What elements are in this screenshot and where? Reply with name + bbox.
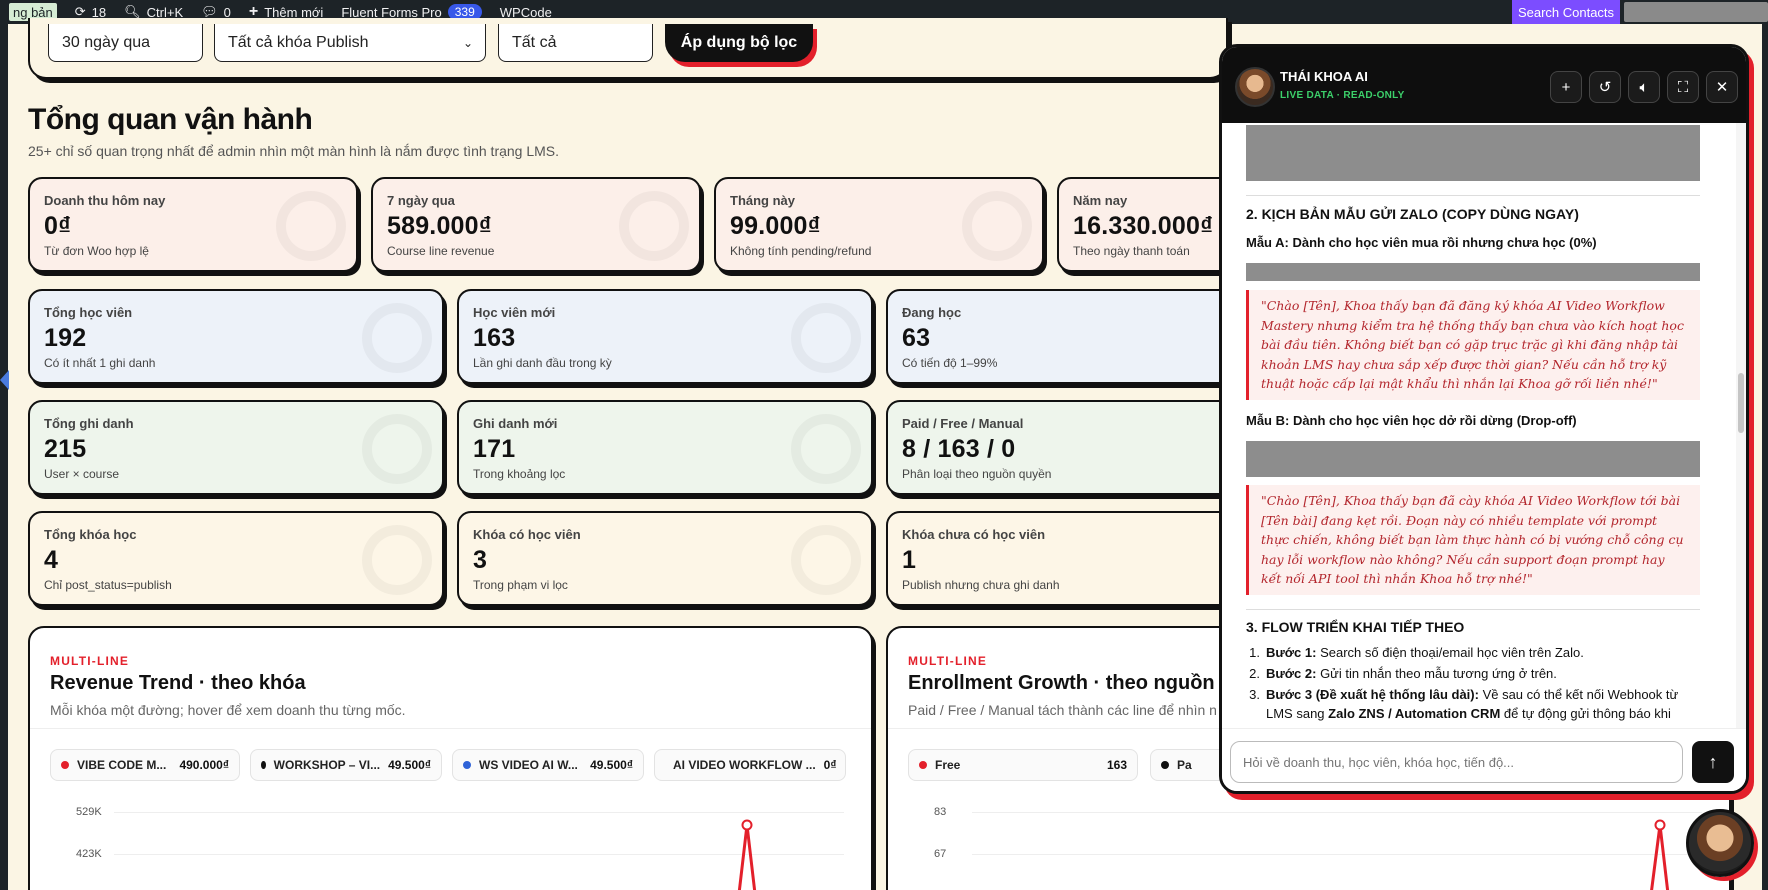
apply-filter-button[interactable]: Áp dụng bộ lọc: [665, 24, 813, 62]
stat-card-revenue-today: Doanh thu hôm nay 0₫ Từ đơn Woo hợp lệ: [28, 177, 358, 272]
scrollbar-thumb[interactable]: [1738, 373, 1744, 433]
page-subtitle: 25+ chỉ số quan trọng nhất để admin nhìn…: [28, 143, 560, 159]
new-chat-button[interactable]: +: [1550, 71, 1582, 103]
plus-icon: +: [1561, 78, 1571, 96]
chat-bot-name: THÁI KHOA AI: [1280, 69, 1368, 84]
revenue-chart-plot: [737, 819, 757, 890]
history-icon: ↺: [1598, 79, 1612, 96]
steps-list: 1. Bước 1: Search số điện thoại/email học…: [1246, 643, 1700, 725]
chat-input[interactable]: [1230, 741, 1683, 783]
chat-composer: ↑: [1222, 728, 1746, 791]
send-button[interactable]: ↑: [1692, 741, 1734, 783]
stat-card-courses-with-students: Khóa có học viên 3 Trong phạm vi lọc: [457, 511, 873, 606]
template-heading: Mẫu B: Dành cho học viên học dở rồi dừng…: [1246, 413, 1577, 428]
decorative-ring: [791, 303, 861, 373]
data-point: [741, 819, 753, 831]
stat-card-total-courses: Tổng khóa học 4 Chỉ post_status=publish: [28, 511, 444, 606]
stat-card-revenue-7d: 7 ngày qua 589.000₫ Course line revenue: [371, 177, 701, 272]
status-select[interactable]: Tất cả: [498, 24, 653, 62]
zalo-template-quote: "Chào [Tên], Khoa thấy bạn đã đăng ký kh…: [1246, 290, 1700, 400]
speaker-icon: 🔈︎: [1639, 78, 1649, 96]
course-select[interactable]: Tất cả khóa Publish ⌄: [214, 24, 486, 62]
admin-sidebar-edge: [0, 24, 8, 890]
revenue-trend-chart: MULTI-LINE Revenue Trend · theo khóa Mỗi…: [28, 626, 873, 890]
data-point: [1654, 819, 1666, 831]
sound-button[interactable]: 🔈︎: [1628, 71, 1660, 103]
ai-chat-panel: THÁI KHOA AI LIVE DATA · READ-ONLY + ↺ 🔈…: [1219, 44, 1749, 794]
close-chat-button[interactable]: ✕: [1706, 71, 1738, 103]
template-heading: Mẫu A: Dành cho học viên mua rồi nhưng c…: [1246, 235, 1597, 250]
stat-card-total-students: Tổng học viên 192 Có ít nhất 1 ghi danh: [28, 289, 444, 384]
decorative-ring: [362, 525, 432, 595]
redacted-block: [1246, 441, 1700, 477]
arrow-up-icon: ↑: [1708, 751, 1718, 772]
history-button[interactable]: ↺: [1589, 71, 1621, 103]
stat-card-new-students: Học viên mới 163 Lần ghi danh đầu trong …: [457, 289, 873, 384]
decorative-ring: [619, 191, 689, 261]
search-contacts-button[interactable]: Search Contacts: [1512, 0, 1620, 24]
list-item: 2. Bước 2: Gửi tin nhắn theo mẫu tương ứn…: [1249, 666, 1557, 681]
fullscreen-button[interactable]: ⛶: [1667, 71, 1699, 103]
chat-scrollbar[interactable]: [1736, 123, 1746, 728]
avatar: [1235, 67, 1275, 107]
decorative-ring: [791, 414, 861, 484]
date-range-select[interactable]: 30 ngày qua: [48, 24, 203, 62]
decorative-ring: [276, 191, 346, 261]
redacted-block: [1246, 263, 1700, 281]
series-line-vibe-code: [737, 824, 757, 890]
list-item: 3. Bước 3 (Đề xuất hệ thống lâu dài): Về …: [1249, 687, 1679, 721]
zalo-template-quote: "Chào [Tên], Khoa thấy bạn đã cày khóa A…: [1246, 485, 1700, 595]
chat-launcher-avatar[interactable]: [1686, 809, 1754, 877]
decorative-ring: [362, 303, 432, 373]
chat-status: LIVE DATA · READ-ONLY: [1280, 90, 1405, 101]
expand-icon: ⛶: [1677, 78, 1689, 96]
section-heading: 2. KỊCH BẢN MẪU GỬI ZALO (COPY DÙNG NGAY…: [1246, 206, 1579, 222]
section-heading: 3. FLOW TRIỂN KHAI TIẾP THEO: [1246, 619, 1465, 635]
chevron-down-icon: ⌄: [462, 36, 473, 50]
right-window-edge: [1762, 24, 1768, 890]
decorative-ring: [962, 191, 1032, 261]
page-title: Tổng quan vận hành: [28, 103, 313, 136]
stat-card-new-enrollments: Ghi danh mới 171 Trong khoảng lọc: [457, 400, 873, 495]
collapse-arrow-icon[interactable]: [0, 370, 9, 390]
list-item: 1. Bước 1: Search số điện thoại/email học…: [1249, 645, 1584, 660]
stat-card-total-enrollments: Tổng ghi danh 215 User × course: [28, 400, 444, 495]
series-line-free: [1650, 824, 1670, 890]
chat-messages[interactable]: 2. KỊCH BẢN MẪU GỬI ZALO (COPY DÙNG NGAY…: [1222, 123, 1746, 728]
close-icon: ✕: [1715, 79, 1729, 96]
decorative-ring: [362, 414, 432, 484]
decorative-ring: [791, 525, 861, 595]
admin-search-field[interactable]: [1624, 2, 1768, 22]
stat-card-revenue-month: Tháng này 99.000₫ Không tính pending/ref…: [714, 177, 1044, 272]
chat-header: THÁI KHOA AI LIVE DATA · READ-ONLY + ↺ 🔈…: [1222, 47, 1746, 123]
redacted-block: [1246, 125, 1700, 181]
